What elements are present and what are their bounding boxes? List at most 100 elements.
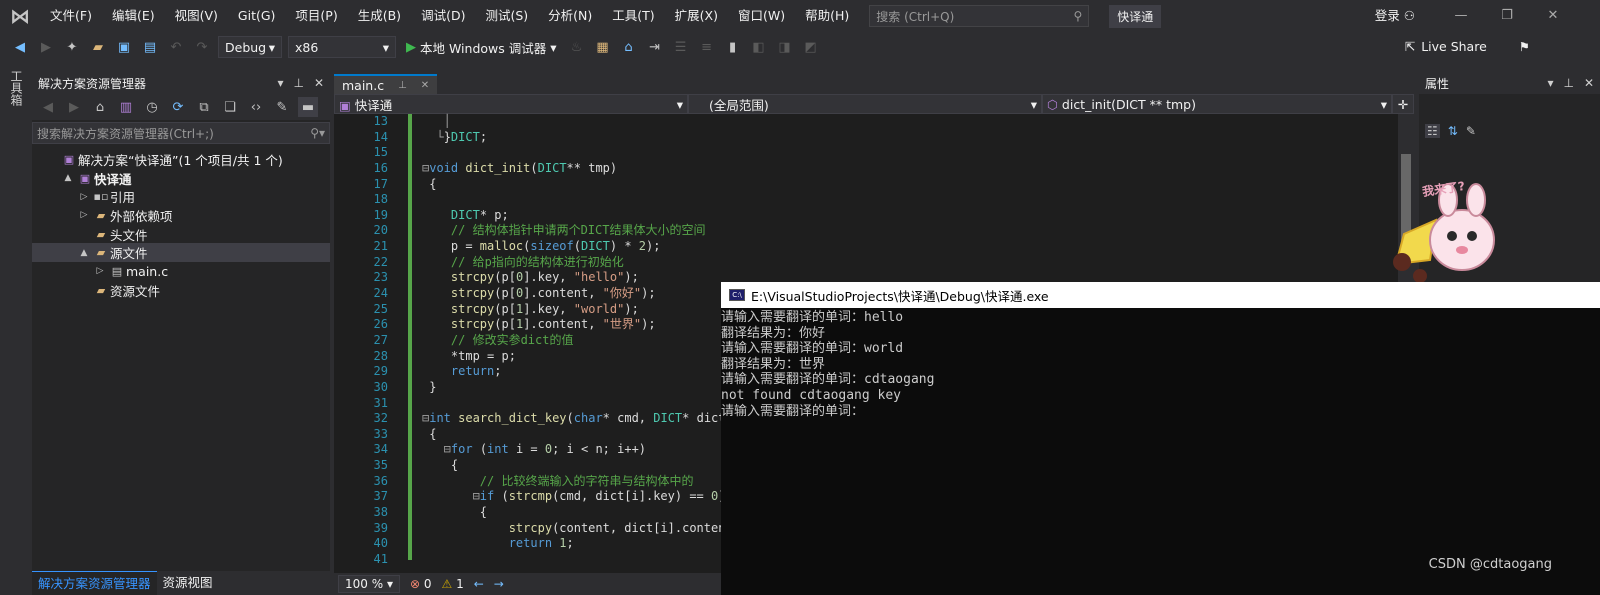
member-dropdown[interactable]: ⬡ dict_init(DICT ** tmp) ▾ (1042, 94, 1392, 114)
menu-item[interactable]: 项目(P) (285, 0, 347, 32)
menu-item[interactable]: 文件(F) (40, 0, 102, 32)
feedback-icon[interactable]: ⚑ (1519, 32, 1530, 62)
menu-item[interactable]: 编辑(E) (102, 0, 165, 32)
line-number: 32 (373, 411, 388, 426)
browse-icon[interactable]: ▦ (593, 37, 613, 57)
collapse-all-icon[interactable]: ⧉ (194, 97, 214, 117)
console-title-bar[interactable]: C:\ E:\VisualStudioProjects\快译通\Debug\快译… (721, 282, 1600, 308)
close-icon[interactable]: ✕ (421, 80, 429, 91)
home-icon[interactable]: ⌂ (619, 37, 639, 57)
close-icon[interactable]: ✕ (1584, 76, 1594, 90)
back-icon[interactable]: ◀ (10, 37, 30, 57)
tree-item[interactable]: ▰ 资源文件 (32, 281, 330, 300)
save-all-icon[interactable]: ▤ (140, 37, 160, 57)
restore-button[interactable]: ❐ (1484, 0, 1530, 32)
minimize-button[interactable]: — (1438, 0, 1484, 32)
expand-arrow-icon[interactable]: ▷ (76, 192, 92, 202)
solution-search-input[interactable]: 搜索解决方案资源管理器(Ctrl+;) ⚲▾ (32, 122, 330, 144)
properties-wrench-icon[interactable]: ✎ (272, 97, 292, 117)
project-dropdown[interactable]: ▣ 快译通 ▾ (334, 94, 688, 114)
login-button[interactable]: 登录 ⚇ (1375, 0, 1415, 32)
tree-item[interactable]: ▷ ▪▫ 引用 (32, 187, 330, 206)
wrench-icon[interactable]: ✎ (1466, 124, 1476, 138)
dropdown-icon[interactable]: ▾ (277, 76, 283, 90)
close-window-button[interactable]: ✕ (1530, 0, 1576, 32)
pin-icon[interactable]: ⊥ (398, 80, 407, 91)
tab-solution-explorer[interactable]: 解决方案资源管理器 (32, 571, 157, 595)
start-debugging-button[interactable]: ▶ 本地 Windows 调试器 ▾ (402, 38, 561, 57)
sort-alpha-icon[interactable]: ⇅ (1448, 124, 1458, 138)
indent-icon[interactable]: ☰ (671, 37, 691, 57)
menu-item[interactable]: 视图(V) (165, 0, 228, 32)
menu-item[interactable]: 工具(T) (602, 0, 664, 32)
platform-select[interactable]: x86 ▾ (288, 36, 396, 58)
tab-main-c[interactable]: main.c ⊥ ✕ (334, 74, 438, 94)
bookmark-prev-icon[interactable]: ◧ (749, 37, 769, 57)
play-icon: ▶ (406, 39, 416, 55)
line-number: 40 (373, 536, 388, 551)
back-icon[interactable]: ◀ (38, 97, 58, 117)
comment-icon[interactable]: ≡ (697, 37, 717, 57)
bookmark-next-icon[interactable]: ◨ (775, 37, 795, 57)
pin-icon[interactable]: ⊥ (293, 76, 303, 90)
next-issue-icon[interactable]: → (494, 577, 504, 591)
pending-changes-icon[interactable]: ◷ (142, 97, 162, 117)
sync-icon[interactable]: ⟳ (168, 97, 188, 117)
menu-item[interactable]: 扩展(X) (665, 0, 728, 32)
expand-arrow-icon[interactable]: ▲ (76, 248, 92, 258)
save-icon[interactable]: ▣ (114, 37, 134, 57)
zoom-select[interactable]: 100 % ▾ (338, 575, 400, 593)
bookmark-clear-icon[interactable]: ◩ (801, 37, 821, 57)
menu-item[interactable]: 生成(B) (348, 0, 411, 32)
switch-views-icon[interactable]: ▥ (116, 97, 136, 117)
configuration-select[interactable]: Debug ▾ (218, 36, 282, 58)
forward-icon[interactable]: ▶ (36, 37, 56, 57)
new-project-icon[interactable]: ✦ (62, 37, 82, 57)
source-code: │ └}DICT; ⊟void dict_init(DICT** tmp) { … (422, 114, 733, 551)
live-share-button[interactable]: ⇱ Live Share ⚑ (1405, 32, 1530, 62)
show-all-files-icon[interactable]: ❏ (220, 97, 240, 117)
redo-icon[interactable]: ↷ (192, 37, 212, 57)
tree-item[interactable]: ▷ ▰ 外部依赖项 (32, 206, 330, 225)
menu-item[interactable]: Git(G) (228, 0, 286, 32)
visual-studio-logo-icon: ⋈ (10, 4, 30, 28)
split-editor-button[interactable]: ✛ (1392, 94, 1414, 114)
categorized-icon[interactable]: ☷ (1425, 124, 1440, 138)
tree-item[interactable]: ▲ ▣ 快译通 (32, 169, 330, 188)
console-window[interactable]: C:\ E:\VisualStudioProjects\快译通\Debug\快译… (721, 282, 1600, 595)
preview-icon[interactable]: ▬ (298, 97, 318, 117)
dropdown-icon[interactable]: ▾ (1547, 76, 1553, 90)
undo-icon[interactable]: ↶ (166, 37, 186, 57)
open-folder-icon[interactable]: ▰ (88, 37, 108, 57)
tree-item[interactable]: ▲ ▰ 源文件 (32, 243, 330, 263)
code-view-icon[interactable]: ‹› (246, 97, 266, 117)
hot-reload-icon[interactable]: ♨ (567, 37, 587, 57)
menu-item[interactable]: 窗口(W) (728, 0, 795, 32)
tree-item[interactable]: ▰ 头文件 (32, 225, 330, 244)
error-count[interactable]: ⊗ 0 (410, 577, 432, 591)
folder-icon: ▰ (96, 283, 106, 297)
pin-icon[interactable]: ⊥ (1563, 76, 1573, 90)
menu-item[interactable]: 测试(S) (475, 0, 538, 32)
forward-icon[interactable]: ▶ (64, 97, 84, 117)
bookmark-icon[interactable]: ▮ (723, 37, 743, 57)
menu-item[interactable]: 分析(N) (538, 0, 602, 32)
expand-arrow-icon[interactable]: ▷ (92, 266, 108, 276)
close-icon[interactable]: ✕ (314, 76, 324, 90)
expand-arrow-icon[interactable]: ▲ (60, 173, 76, 183)
toolbox-tab[interactable]: 工具箱 (8, 70, 25, 106)
menu-item[interactable]: 调试(D) (411, 0, 475, 32)
search-input[interactable]: 搜索 (Ctrl+Q) ⚲ (869, 5, 1090, 27)
scope-dropdown[interactable]: (全局范围) ▾ (688, 94, 1042, 114)
tree-item[interactable]: ▣ 解决方案“快译通”(1 个项目/共 1 个) (32, 150, 330, 169)
previous-issue-icon[interactable]: ← (474, 577, 484, 591)
step-icon[interactable]: ⇥ (645, 37, 665, 57)
home-icon[interactable]: ⌂ (90, 97, 110, 117)
tab-resource-view[interactable]: 资源视图 (157, 571, 219, 595)
warning-count[interactable]: ⚠ 1 (442, 577, 464, 591)
function-icon: ⬡ (1047, 96, 1058, 112)
expand-arrow-icon[interactable]: ▷ (76, 210, 92, 220)
warning-icon: ⚠ (441, 577, 453, 591)
tree-item[interactable]: ▷ ▤ main.c (32, 262, 330, 281)
menu-item[interactable]: 帮助(H) (795, 0, 859, 32)
